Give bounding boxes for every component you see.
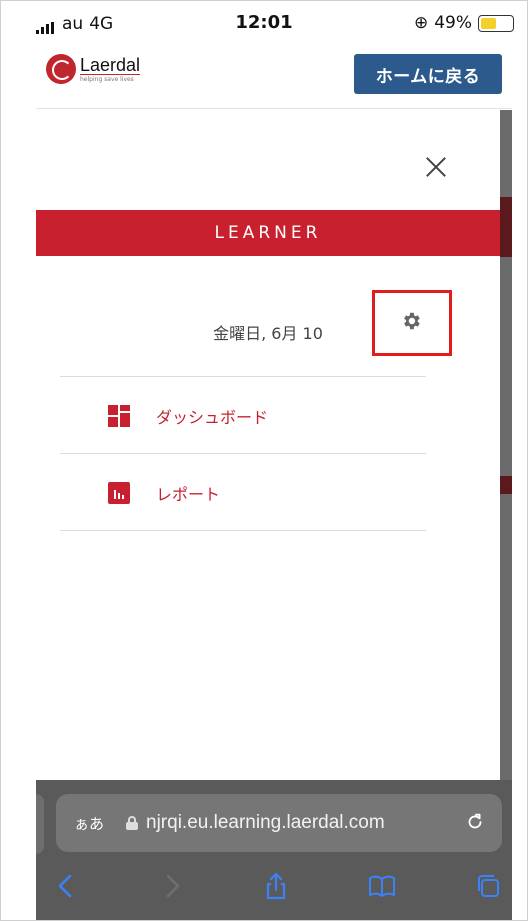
share-icon[interactable] (260, 870, 292, 902)
url-text[interactable]: njrqi.eu.learning.laerdal.com (146, 812, 385, 834)
settings-gear-icon[interactable] (400, 310, 422, 332)
laerdal-logo-icon (46, 54, 76, 84)
status-bar: au 4G 12:01 ⊕ 49% (0, 0, 528, 42)
background-banner-edge (500, 197, 512, 257)
back-to-home-button[interactable]: ホームに戻る (354, 54, 502, 94)
screen: au 4G 12:01 ⊕ 49% Laerdal helping save l… (0, 0, 528, 921)
background-accent-edge (500, 476, 512, 494)
menu-item-dashboard[interactable]: ダッシュボード (60, 378, 426, 454)
divider (60, 530, 426, 531)
previous-tab-preview[interactable] (36, 794, 44, 854)
lock-icon (126, 816, 139, 830)
menu-item-report[interactable]: レポート (60, 455, 426, 531)
menu-label-report: レポート (156, 485, 221, 504)
close-icon[interactable] (421, 152, 451, 182)
reload-icon[interactable] (464, 811, 486, 833)
app-header: Laerdal helping save lives ホームに戻る (36, 44, 512, 109)
menu-label-dashboard: ダッシュボード (156, 408, 269, 427)
bookmarks-icon[interactable] (366, 870, 398, 902)
battery-percent: 49% (434, 13, 472, 33)
role-banner: LEARNER (36, 210, 500, 256)
navigation-panel: LEARNER 金曜日, 6月 10 ダッシュボード レポート (36, 110, 500, 780)
dashboard-icon (108, 405, 130, 427)
back-arrow-icon[interactable] (50, 870, 82, 902)
forward-arrow-icon[interactable] (156, 870, 188, 902)
divider (60, 376, 426, 377)
text-size-button[interactable]: ぁあ (74, 813, 104, 834)
laerdal-logo[interactable]: Laerdal helping save lives (46, 54, 141, 84)
logo-tagline: helping save lives (80, 73, 141, 83)
divider (60, 453, 426, 454)
browser-toolbar (36, 860, 512, 916)
address-bar[interactable]: ぁあ njrqi.eu.learning.laerdal.com (56, 794, 502, 852)
tabs-icon[interactable] (472, 870, 504, 902)
status-right: ⊕ 49% (414, 13, 514, 33)
orientation-lock-icon: ⊕ (413, 13, 429, 33)
report-icon (108, 482, 130, 504)
battery-icon (478, 14, 514, 32)
logo-name: Laerdal (80, 54, 141, 75)
